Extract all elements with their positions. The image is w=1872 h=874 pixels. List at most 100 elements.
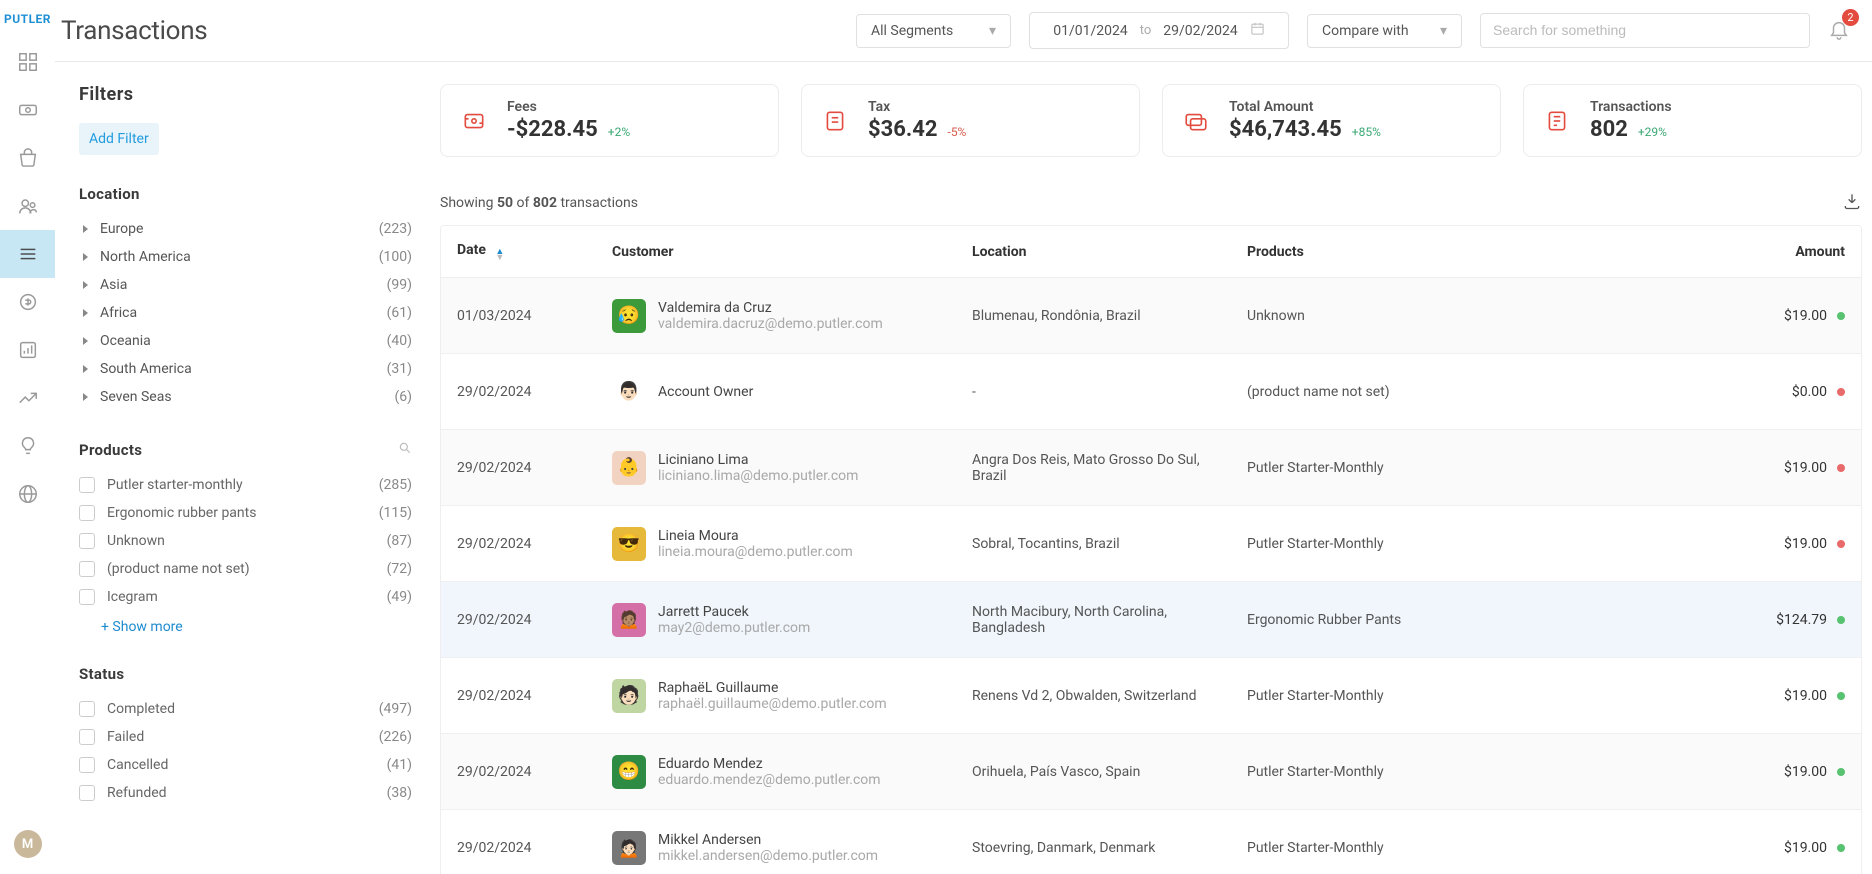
- checkbox[interactable]: [79, 505, 95, 521]
- product-filter-item[interactable]: Putler starter-monthly (285): [79, 471, 412, 499]
- nav-sales[interactable]: [0, 86, 55, 134]
- metric-card[interactable]: Total Amount $46,743.45 +85%: [1162, 84, 1501, 157]
- col-header-date[interactable]: Date ▲▼: [457, 242, 612, 261]
- product-filter-item[interactable]: (product name not set) (72): [79, 555, 412, 583]
- notifications-button[interactable]: 2: [1828, 18, 1850, 44]
- table-row[interactable]: 29/02/2024 👶 Liciniano Lima liciniano.li…: [441, 430, 1861, 506]
- metric-value: 802: [1590, 117, 1628, 142]
- location-filter-item[interactable]: Asia (99): [79, 271, 412, 299]
- metric-card[interactable]: Tax $36.42 -5%: [801, 84, 1140, 157]
- filters-title: Filters: [79, 84, 412, 105]
- search-icon[interactable]: [398, 441, 412, 459]
- col-header-products[interactable]: Products: [1247, 244, 1537, 260]
- customer-email: lineia.moura@demo.putler.com: [658, 544, 853, 560]
- col-header-amount[interactable]: Amount: [1537, 244, 1845, 260]
- location-filter-item[interactable]: Seven Seas (6): [79, 383, 412, 411]
- search-input[interactable]: [1493, 22, 1797, 38]
- checkbox[interactable]: [79, 785, 95, 801]
- location-filter-item[interactable]: South America (31): [79, 355, 412, 383]
- metric-label: Tax: [868, 99, 966, 115]
- location-name: Asia: [100, 277, 127, 293]
- nav-products[interactable]: [0, 134, 55, 182]
- metric-value: -$228.45: [507, 117, 598, 142]
- product-filter-item[interactable]: Unknown (87): [79, 527, 412, 555]
- caret-right-icon: [83, 337, 88, 345]
- checkbox[interactable]: [79, 757, 95, 773]
- transactions-table: Date ▲▼ Customer Location Products Amoun…: [440, 225, 1862, 874]
- user-avatar[interactable]: M: [14, 830, 42, 858]
- segment-selector[interactable]: All Segments ▾: [856, 14, 1011, 48]
- customer-name: Valdemira da Cruz: [658, 300, 883, 316]
- search-box[interactable]: [1480, 13, 1810, 48]
- table-row[interactable]: 29/02/2024 😎 Lineia Moura lineia.moura@d…: [441, 506, 1861, 582]
- cell-location: Stoevring, Danmark, Denmark: [972, 840, 1247, 856]
- customer-name: Lineia Moura: [658, 528, 853, 544]
- location-filter-item[interactable]: Oceania (40): [79, 327, 412, 355]
- cell-location: -: [972, 384, 1247, 400]
- customer-email: mikkel.andersen@demo.putler.com: [658, 848, 878, 864]
- status-dot: [1837, 844, 1845, 852]
- checkbox[interactable]: [79, 729, 95, 745]
- nav-web[interactable]: [0, 470, 55, 518]
- cell-amount: $19.00: [1784, 764, 1827, 780]
- status-filter-item[interactable]: Refunded (38): [79, 779, 412, 807]
- table-row[interactable]: 29/02/2024 🧑🏻 RaphaëL Guillaume raphaël.…: [441, 658, 1861, 734]
- customer-name: Eduardo Mendez: [658, 756, 881, 772]
- location-filter-item[interactable]: Africa (61): [79, 299, 412, 327]
- metric-delta: +29%: [1638, 125, 1667, 139]
- product-filter-item[interactable]: Icegram (49): [79, 583, 412, 611]
- date-range-picker[interactable]: 01/01/2024 to 29/02/2024: [1029, 12, 1289, 49]
- nav-subscriptions[interactable]: [0, 278, 55, 326]
- filters-panel: Filters Add Filter Location Europe (223)…: [61, 62, 428, 874]
- metric-icon: [459, 106, 489, 136]
- cell-date: 29/02/2024: [457, 612, 612, 628]
- cell-location: Blumenau, Rondônia, Brazil: [972, 308, 1247, 324]
- metric-card[interactable]: Transactions 802 +29%: [1523, 84, 1862, 157]
- metric-card[interactable]: Fees -$228.45 +2%: [440, 84, 779, 157]
- add-filter-button[interactable]: Add Filter: [79, 123, 159, 155]
- download-button[interactable]: [1842, 191, 1862, 215]
- location-name: Oceania: [100, 333, 151, 349]
- show-more-products[interactable]: + Show more: [79, 611, 412, 635]
- customer-avatar: 😁: [612, 755, 646, 789]
- status-filter-item[interactable]: Failed (226): [79, 723, 412, 751]
- metric-delta: -5%: [948, 125, 967, 139]
- table-row[interactable]: 29/02/2024 👨🏻 Account Owner - (product n…: [441, 354, 1861, 430]
- customer-name: Jarrett Paucek: [658, 604, 810, 620]
- data-area: Fees -$228.45 +2% Tax $36.42 -5% Total A…: [428, 62, 1872, 874]
- nav-transactions[interactable]: [0, 230, 55, 278]
- status-filter-item[interactable]: Cancelled (41): [79, 751, 412, 779]
- nav-tips[interactable]: [0, 422, 55, 470]
- cell-date: 29/02/2024: [457, 764, 612, 780]
- nav-audiences[interactable]: [0, 326, 55, 374]
- checkbox[interactable]: [79, 477, 95, 493]
- status-name: Refunded: [107, 785, 167, 801]
- cell-product: Unknown: [1247, 308, 1537, 324]
- col-header-location[interactable]: Location: [972, 244, 1247, 260]
- cell-date: 29/02/2024: [457, 840, 612, 856]
- location-filter-item[interactable]: North America (100): [79, 243, 412, 271]
- customer-name: Liciniano Lima: [658, 452, 858, 468]
- cell-product: Putler Starter-Monthly: [1247, 840, 1537, 856]
- nav-dashboard[interactable]: [0, 38, 55, 86]
- table-row[interactable]: 29/02/2024 🙍🏽 Jarrett Paucek may2@demo.p…: [441, 582, 1861, 658]
- product-filter-item[interactable]: Ergonomic rubber pants (115): [79, 499, 412, 527]
- customer-email: raphaël.guillaume@demo.putler.com: [658, 696, 887, 712]
- table-row[interactable]: 01/03/2024 😥 Valdemira da Cruz valdemira…: [441, 278, 1861, 354]
- checkbox[interactable]: [79, 561, 95, 577]
- checkbox[interactable]: [79, 533, 95, 549]
- metric-label: Total Amount: [1229, 99, 1381, 115]
- col-header-customer[interactable]: Customer: [612, 244, 972, 260]
- compare-selector[interactable]: Compare with ▾: [1307, 14, 1462, 48]
- status-dot: [1837, 312, 1845, 320]
- sort-icon: ▲▼: [495, 249, 504, 261]
- showing-shown: 50: [497, 195, 513, 211]
- location-filter-item[interactable]: Europe (223): [79, 215, 412, 243]
- nav-customers[interactable]: [0, 182, 55, 230]
- checkbox[interactable]: [79, 589, 95, 605]
- status-filter-item[interactable]: Completed (497): [79, 695, 412, 723]
- table-row[interactable]: 29/02/2024 🙍🏻 Mikkel Andersen mikkel.and…: [441, 810, 1861, 874]
- nav-insights[interactable]: [0, 374, 55, 422]
- checkbox[interactable]: [79, 701, 95, 717]
- table-row[interactable]: 29/02/2024 😁 Eduardo Mendez eduardo.mend…: [441, 734, 1861, 810]
